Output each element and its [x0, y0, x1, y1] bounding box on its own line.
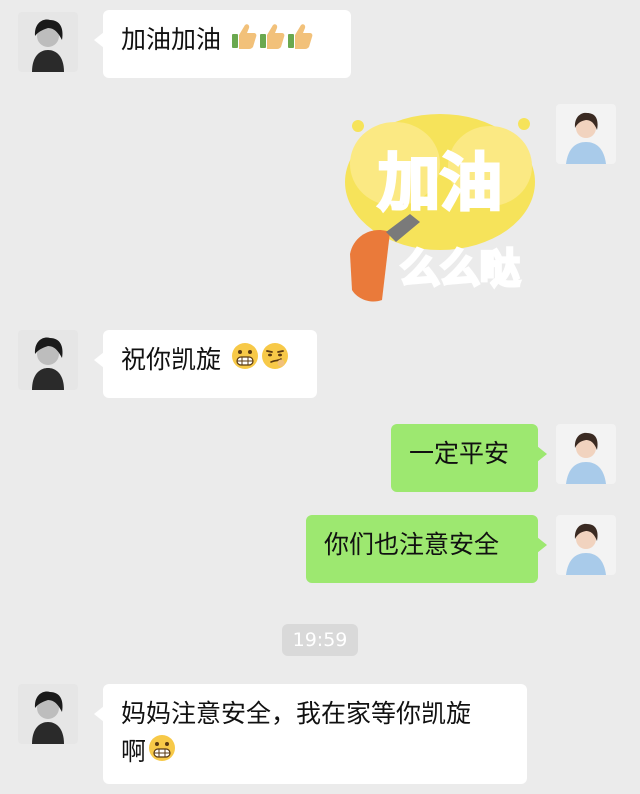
avatar-mom[interactable] [556, 104, 616, 164]
smirk-emoji-icon [261, 342, 289, 381]
message-bubble[interactable]: 祝你凯旋 [94, 330, 317, 398]
avatar-son[interactable] [18, 330, 78, 390]
avatar-son[interactable] [18, 12, 78, 72]
grimace-emoji-icon [231, 342, 259, 381]
message-bubble[interactable]: 妈妈注意安全，我在家等你凯旋 啊 [94, 684, 527, 784]
timestamp-badge: 19:59 [282, 624, 358, 656]
sticker-top-text: 加油 [378, 146, 502, 219]
sticker-bottom-text: 么么哒 [400, 246, 520, 292]
message-text: 你们也注意安全 [324, 530, 500, 559]
message-text: 祝你凯旋 [121, 345, 222, 374]
avatar-mom[interactable] [556, 515, 616, 575]
message-text-line2-row: 啊 [121, 733, 509, 773]
message-bubble[interactable]: 加油加油 [94, 10, 351, 78]
thumbs-up-icon [259, 22, 285, 61]
avatar-son[interactable] [18, 684, 78, 744]
message-text: 加油加油 [121, 25, 222, 54]
message-bubble[interactable]: 一定平安 [391, 424, 547, 492]
message-text-line1: 妈妈注意安全，我在家等你凯旋 [121, 699, 472, 728]
message-text-line2: 啊 [121, 737, 147, 766]
avatar-mom[interactable] [556, 424, 616, 484]
message-bubble[interactable]: 你们也注意安全 [306, 515, 547, 583]
grimace-emoji-icon [148, 734, 176, 773]
message-text: 一定平安 [409, 439, 510, 468]
thumbs-up-icon [231, 22, 257, 61]
thumbs-up-icon [287, 22, 313, 61]
sticker-jiayou[interactable]: 加油 么么哒 [340, 104, 540, 310]
